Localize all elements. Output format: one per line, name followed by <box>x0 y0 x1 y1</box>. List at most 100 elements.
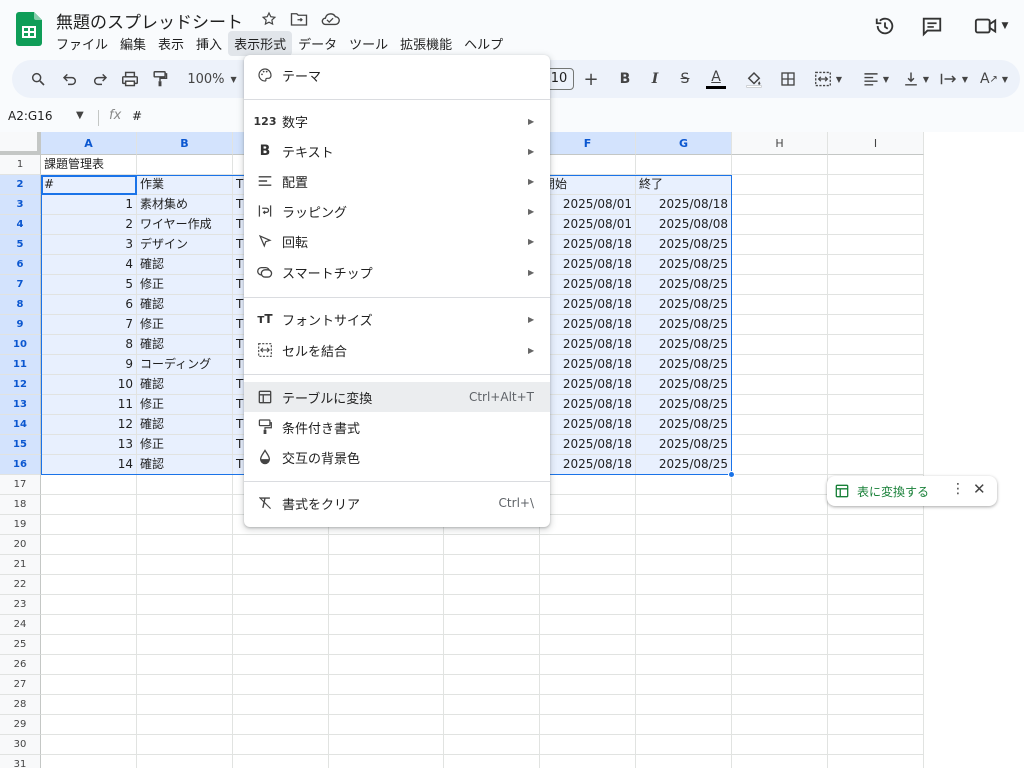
cell[interactable] <box>329 535 444 555</box>
cell[interactable]: 2025/08/18 <box>540 435 636 455</box>
row-header[interactable]: 3 <box>0 195 41 215</box>
redo-icon[interactable] <box>88 60 112 98</box>
cell[interactable] <box>732 255 828 275</box>
menu-file[interactable]: ファイル <box>50 31 114 56</box>
cell[interactable]: 2 <box>41 215 137 235</box>
cell[interactable] <box>444 575 540 595</box>
cell[interactable]: 2025/08/25 <box>636 255 732 275</box>
menu-item-number[interactable]: 123 数字 ▶ <box>244 106 550 136</box>
cell[interactable] <box>233 615 329 635</box>
cell[interactable]: 2025/08/25 <box>636 415 732 435</box>
row-header[interactable]: 14 <box>0 415 41 435</box>
cell[interactable] <box>41 615 137 635</box>
menu-item-font-size[interactable]: тT フォントサイズ ▶ <box>244 304 550 334</box>
cell[interactable]: 3 <box>41 235 137 255</box>
cell[interactable] <box>444 715 540 735</box>
cell[interactable]: 2025/08/01 <box>540 215 636 235</box>
cell[interactable]: 2025/08/25 <box>636 275 732 295</box>
cell[interactable]: 6 <box>41 295 137 315</box>
cell[interactable]: 13 <box>41 435 137 455</box>
cell[interactable] <box>41 635 137 655</box>
cell[interactable] <box>732 435 828 455</box>
cell[interactable] <box>540 675 636 695</box>
cell[interactable] <box>636 535 732 555</box>
cell[interactable] <box>329 755 444 768</box>
italic-icon[interactable]: I <box>644 60 666 98</box>
cell[interactable] <box>828 535 924 555</box>
cell[interactable] <box>540 595 636 615</box>
column-header[interactable]: H <box>732 132 828 155</box>
row-header[interactable]: 27 <box>0 675 41 695</box>
paint-format-icon[interactable] <box>148 60 172 98</box>
cell[interactable]: 2025/08/18 <box>540 395 636 415</box>
cell[interactable] <box>732 495 828 515</box>
cell[interactable]: 修正 <box>137 395 233 415</box>
cell[interactable] <box>329 575 444 595</box>
text-color-icon[interactable]: A <box>704 60 728 98</box>
cell[interactable]: 開始 <box>540 175 636 195</box>
cell[interactable] <box>137 535 233 555</box>
cell[interactable]: 1 <box>41 195 137 215</box>
cell[interactable] <box>233 555 329 575</box>
cell[interactable] <box>329 675 444 695</box>
cell[interactable]: 2025/08/18 <box>636 195 732 215</box>
cell[interactable] <box>828 175 924 195</box>
cell[interactable] <box>41 695 137 715</box>
move-to-folder-icon[interactable] <box>288 9 310 29</box>
cell[interactable] <box>41 535 137 555</box>
cell[interactable] <box>540 535 636 555</box>
text-wrapping-icon[interactable]: ▼ <box>934 60 974 98</box>
menu-item-clear-formatting[interactable]: 書式をクリア Ctrl+\ <box>244 488 550 518</box>
cell[interactable]: 9 <box>41 355 137 375</box>
document-title[interactable]: 無題のスプレッドシート <box>56 8 243 33</box>
cell[interactable] <box>233 575 329 595</box>
cell[interactable] <box>732 755 828 768</box>
cell[interactable]: 5 <box>41 275 137 295</box>
row-header[interactable]: 26 <box>0 655 41 675</box>
cell[interactable] <box>828 455 924 475</box>
row-header[interactable]: 16 <box>0 455 41 475</box>
cell[interactable] <box>732 535 828 555</box>
cell[interactable]: 2025/08/25 <box>636 375 732 395</box>
cell[interactable]: 確認 <box>137 375 233 395</box>
cell[interactable]: 確認 <box>137 295 233 315</box>
cell[interactable] <box>233 715 329 735</box>
fill-handle[interactable] <box>728 471 735 478</box>
cell[interactable] <box>540 615 636 635</box>
cell[interactable]: ワイヤー作成 <box>137 215 233 235</box>
cell[interactable] <box>233 735 329 755</box>
cell[interactable] <box>732 295 828 315</box>
menu-item-theme[interactable]: テーマ <box>244 60 550 90</box>
cell[interactable] <box>329 595 444 615</box>
cell[interactable] <box>329 735 444 755</box>
cell[interactable] <box>540 635 636 655</box>
row-header[interactable]: 19 <box>0 515 41 535</box>
cell[interactable] <box>329 655 444 675</box>
cell[interactable] <box>41 555 137 575</box>
row-header[interactable]: 5 <box>0 235 41 255</box>
cell[interactable] <box>828 415 924 435</box>
cell[interactable] <box>732 595 828 615</box>
cell[interactable] <box>540 515 636 535</box>
undo-icon[interactable] <box>58 60 82 98</box>
menu-help[interactable]: ヘルプ <box>458 31 509 56</box>
cell[interactable] <box>41 515 137 535</box>
cell[interactable]: 2025/08/25 <box>636 455 732 475</box>
cell[interactable]: 2025/08/18 <box>540 375 636 395</box>
row-header[interactable]: 18 <box>0 495 41 515</box>
row-header[interactable]: 1 <box>0 155 41 175</box>
cell[interactable] <box>540 555 636 575</box>
cell[interactable] <box>444 655 540 675</box>
cell[interactable] <box>41 475 137 495</box>
menu-data[interactable]: データ <box>292 31 343 56</box>
strikethrough-icon[interactable]: S <box>674 60 696 98</box>
cell[interactable] <box>732 655 828 675</box>
cell[interactable] <box>732 275 828 295</box>
cell[interactable] <box>732 355 828 375</box>
cell[interactable] <box>732 415 828 435</box>
cell[interactable]: 修正 <box>137 315 233 335</box>
cell[interactable]: 2025/08/25 <box>636 335 732 355</box>
menu-extensions[interactable]: 拡張機能 <box>394 31 458 56</box>
cell[interactable] <box>41 755 137 768</box>
cell[interactable]: 作業 <box>137 175 233 195</box>
